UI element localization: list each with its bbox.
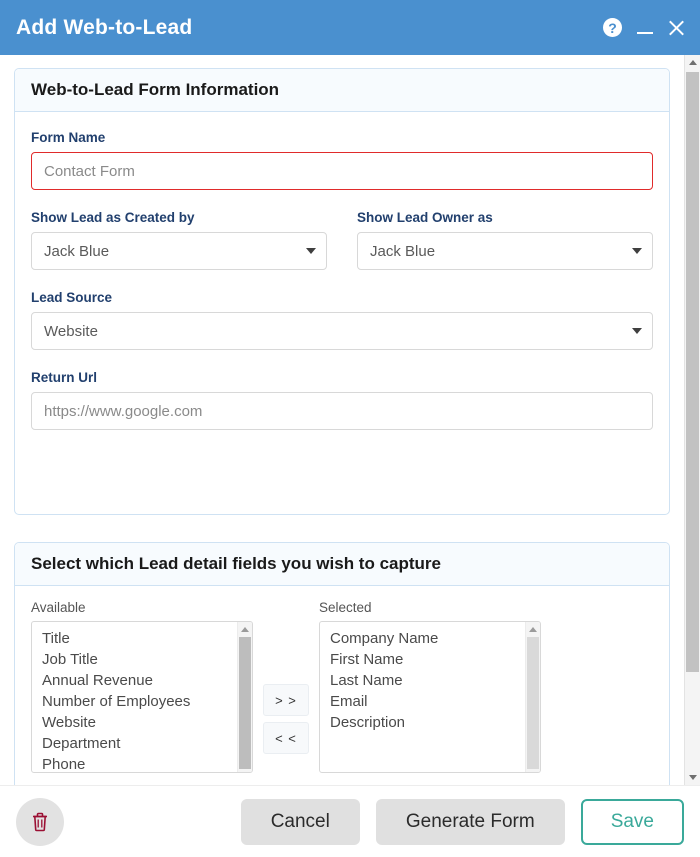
- created-by-label: Show Lead as Created by: [31, 210, 195, 225]
- dialog-scroll-area: Web-to-Lead Form Information Form Name S…: [0, 55, 684, 785]
- generate-form-button[interactable]: Generate Form: [375, 798, 565, 845]
- list-item[interactable]: First Name: [320, 649, 540, 670]
- created-by-select[interactable]: Jack Blue: [31, 232, 327, 270]
- created-by-select-wrap: Jack Blue: [31, 232, 327, 270]
- owner-fields-row: Show Lead as Created by Jack Blue Show L…: [31, 190, 653, 270]
- selected-list: Company Name First Name Last Name Email Desc…: [320, 622, 540, 733]
- list-item[interactable]: Phone: [32, 754, 252, 772]
- list-item[interactable]: Job Title: [32, 649, 252, 670]
- add-field-button[interactable]: > >: [263, 684, 309, 716]
- available-scroll-thumb[interactable]: [239, 637, 251, 769]
- list-item[interactable]: Annual Revenue: [32, 670, 252, 691]
- lead-owner-group: Show Lead Owner as Jack Blue: [357, 210, 653, 270]
- list-item[interactable]: Number of Employees: [32, 691, 252, 712]
- transfer-buttons: > > < <: [253, 600, 319, 754]
- list-item[interactable]: Title: [32, 628, 252, 649]
- lead-owner-value: Jack Blue: [370, 242, 436, 260]
- return-url-label: Return Url: [31, 370, 98, 385]
- form-information-heading: Web-to-Lead Form Information: [15, 69, 669, 112]
- cancel-button[interactable]: Cancel: [240, 798, 360, 845]
- list-item[interactable]: Email: [320, 691, 540, 712]
- lead-source-value: Website: [44, 322, 98, 340]
- list-item[interactable]: Website: [32, 712, 252, 733]
- window-title-bar: Add Web-to-Lead ?: [0, 0, 700, 55]
- close-icon[interactable]: [668, 19, 686, 37]
- lead-owner-select-wrap: Jack Blue: [357, 232, 653, 270]
- capture-fields-card: Select which Lead detail fields you wish…: [14, 542, 670, 785]
- trash-icon: [33, 812, 47, 831]
- lead-source-select-wrap: Website: [31, 312, 653, 350]
- available-column: Available Title Job Title Annual Revenue Nu…: [31, 600, 253, 773]
- form-name-group: Form Name: [31, 112, 653, 190]
- help-icon[interactable]: ?: [603, 18, 622, 37]
- scroll-up-icon[interactable]: [526, 623, 540, 636]
- available-label: Available: [31, 600, 86, 615]
- selected-scroll-thumb[interactable]: [527, 637, 539, 769]
- form-information-card: Web-to-Lead Form Information Form Name S…: [14, 68, 670, 515]
- lead-owner-select[interactable]: Jack Blue: [357, 232, 653, 270]
- save-button[interactable]: Save: [580, 798, 684, 845]
- capture-fields-heading: Select which Lead detail fields you wish…: [15, 543, 669, 586]
- window-title: Add Web-to-Lead: [16, 15, 193, 39]
- form-name-input[interactable]: [31, 152, 653, 190]
- scroll-down-icon[interactable]: [685, 770, 700, 785]
- window-controls: ?: [603, 18, 686, 37]
- return-url-input[interactable]: [31, 392, 653, 430]
- lead-source-label: Lead Source: [31, 290, 113, 305]
- help-icon-glyph: ?: [608, 19, 617, 36]
- delete-button[interactable]: [16, 797, 64, 846]
- form-name-label: Form Name: [31, 130, 106, 145]
- lead-source-group: Lead Source Website: [31, 270, 653, 350]
- selected-listbox[interactable]: Company Name First Name Last Name Email Desc…: [319, 621, 541, 773]
- selected-label: Selected: [319, 600, 372, 615]
- lead-owner-label: Show Lead Owner as: [357, 210, 493, 225]
- minimize-icon[interactable]: [636, 19, 654, 37]
- dialog-scrollbar[interactable]: [684, 55, 700, 785]
- list-item[interactable]: Description: [320, 712, 540, 733]
- created-by-group: Show Lead as Created by Jack Blue: [31, 210, 327, 270]
- capture-fields-body: Available Title Job Title Annual Revenue Nu…: [15, 586, 669, 773]
- footer-actions: Cancel Generate Form Save: [240, 798, 684, 845]
- dialog-scroll-thumb[interactable]: [686, 72, 699, 672]
- dialog-footer: Cancel Generate Form Save: [0, 785, 700, 857]
- dual-listbox: Available Title Job Title Annual Revenue Nu…: [31, 586, 653, 773]
- lead-source-select[interactable]: Website: [31, 312, 653, 350]
- list-item[interactable]: Last Name: [320, 670, 540, 691]
- list-item[interactable]: Department: [32, 733, 252, 754]
- available-scrollbar[interactable]: [237, 622, 252, 772]
- selected-scrollbar[interactable]: [525, 622, 540, 772]
- list-item[interactable]: Company Name: [320, 628, 540, 649]
- scroll-up-icon[interactable]: [685, 55, 700, 70]
- scroll-up-icon[interactable]: [238, 623, 252, 636]
- return-url-group: Return Url: [31, 350, 653, 430]
- available-list: Title Job Title Annual Revenue Number of Em…: [32, 622, 252, 772]
- available-listbox[interactable]: Title Job Title Annual Revenue Number of Em…: [31, 621, 253, 773]
- remove-field-button[interactable]: < <: [263, 722, 309, 754]
- form-information-body: Form Name Show Lead as Created by Jack B…: [15, 112, 669, 430]
- created-by-value: Jack Blue: [44, 242, 110, 260]
- selected-column: Selected Company Name First Name Last Name…: [319, 600, 541, 773]
